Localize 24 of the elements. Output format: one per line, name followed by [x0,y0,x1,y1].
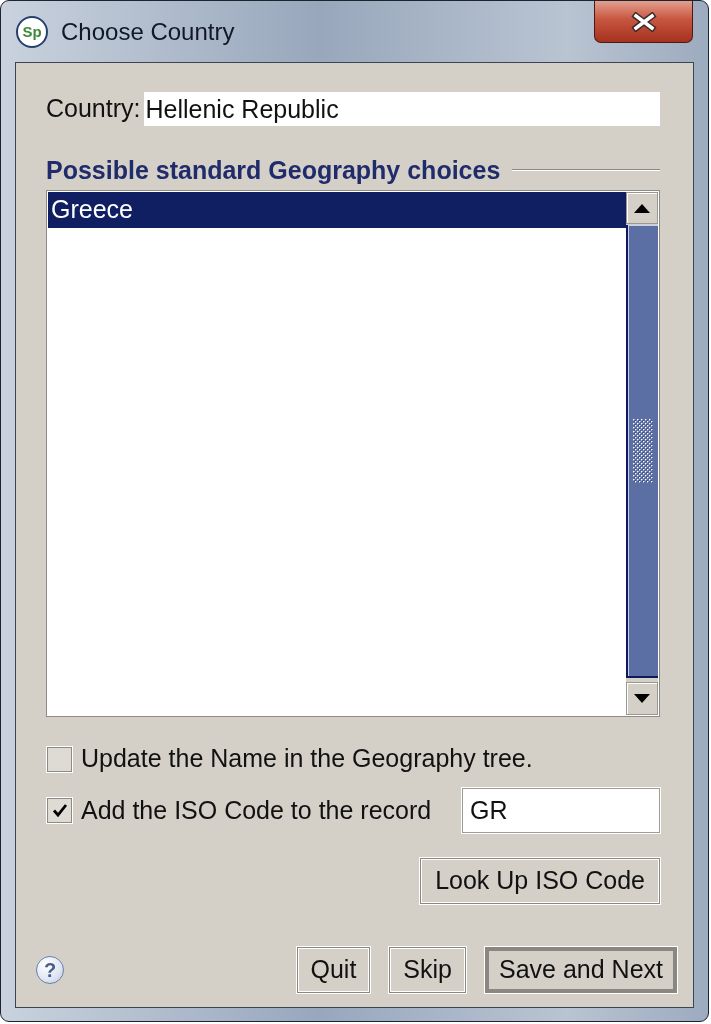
checkbox-label: Update the Name in the Geography tree. [81,743,533,775]
country-field[interactable]: Hellenic Republic [144,92,660,126]
dialog-button[interactable]: Skip [389,947,466,993]
down-triangle-icon [634,694,650,703]
checkbox-label: Add the ISO Code to the record [81,794,432,826]
scroll-up-button[interactable] [626,192,658,224]
country-label: Country: [46,93,141,125]
checkmark-icon [51,803,68,818]
close-icon [629,11,658,32]
help-button[interactable]: ? [36,956,64,984]
scroll-down-button[interactable] [626,682,658,715]
checkbox[interactable] [47,798,72,823]
dialog-button[interactable]: Save and Next [485,947,677,993]
grip-icon [633,418,653,483]
iso-code-field[interactable]: GR [462,788,660,833]
lookup-button[interactable]: Look Up ISO Code [420,858,660,904]
close-button[interactable] [594,1,693,43]
list-item[interactable]: Greece [48,192,626,228]
dialog-button[interactable]: Quit [296,947,371,993]
checkbox[interactable] [47,746,72,772]
app-logo: Sp [16,15,48,48]
group-heading: Possible standard Geography choices [46,157,501,183]
window-title: Choose Country [61,16,235,47]
up-triangle-icon [634,203,650,213]
